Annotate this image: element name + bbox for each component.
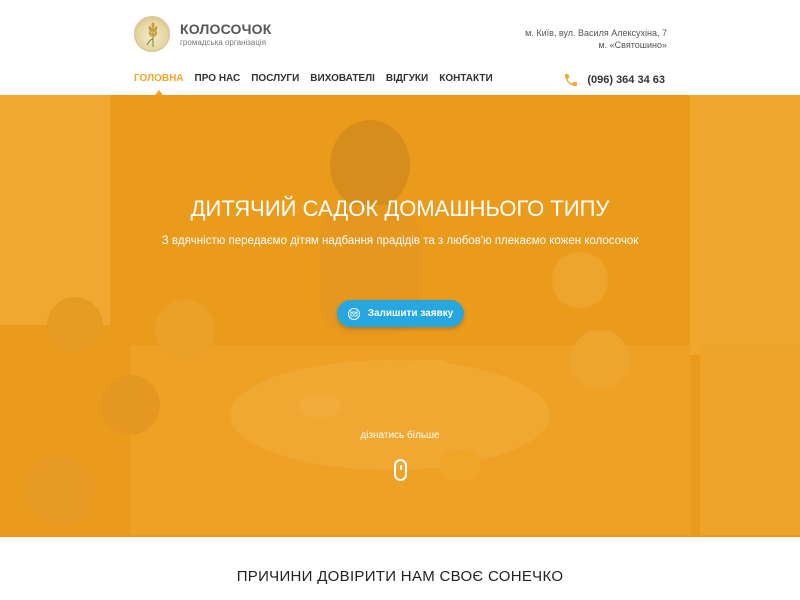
address-line-2: м. «Святошино» (598, 40, 667, 50)
hero-title: ДИТЯЧИЙ САДОК ДОМАШНЬОГО ТИПУ (190, 196, 610, 221)
learn-more-link[interactable]: дізнатись більше (0, 430, 800, 441)
phone-number[interactable]: (096) 364 34 63 (587, 74, 665, 86)
nav-item-home[interactable]: ГОЛОВНА (134, 73, 184, 95)
section-title: ПРИЧИНИ ДОВІРИТИ НАМ СВОЄ СОНЕЧКО (236, 568, 564, 585)
wheat-logo-icon (134, 16, 170, 52)
main-nav: ГОЛОВНА ПРО НАС ПОСЛУГИ ВИХОВАТЕЛІ ВІДГУ… (134, 73, 504, 95)
site-header: КОЛОСОЧОК громадська організація м. Київ… (0, 0, 800, 95)
nav-item-contacts[interactable]: КОНТАКТИ (439, 73, 492, 84)
request-button-label: Залишити заявку (367, 308, 454, 319)
logo[interactable]: КОЛОСОЧОК громадська організація (134, 16, 272, 52)
nav-item-teachers[interactable]: ВИХОВАТЕЛІ (310, 73, 375, 84)
brand-name: КОЛОСОЧОК (180, 20, 272, 37)
address-line-1: м. Київ, вул. Василя Алексухіна, 7 (525, 28, 667, 38)
mouse-scroll-icon[interactable] (394, 459, 407, 481)
address-block: м. Київ, вул. Василя Алексухіна, 7 м. «С… (525, 27, 667, 51)
nav-item-about[interactable]: ПРО НАС (195, 73, 241, 84)
nav-item-services[interactable]: ПОСЛУГИ (251, 73, 299, 84)
mail-icon (347, 307, 360, 320)
hero-section: ДИТЯЧИЙ САДОК ДОМАШНЬОГО ТИПУ З вдячніст… (0, 95, 800, 537)
brand-subtitle: громадська організація (180, 37, 267, 47)
phone-icon (565, 74, 578, 86)
nav-item-reviews[interactable]: ВІДГУКИ (386, 73, 428, 84)
logo-text: КОЛОСОЧОК громадська організація (180, 22, 272, 47)
hero-subtitle: З вдячністю передаємо дітям надбання пра… (161, 235, 639, 247)
request-button[interactable]: Залишити заявку (337, 300, 464, 327)
phone-block[interactable]: (096) 364 34 63 (563, 72, 665, 88)
